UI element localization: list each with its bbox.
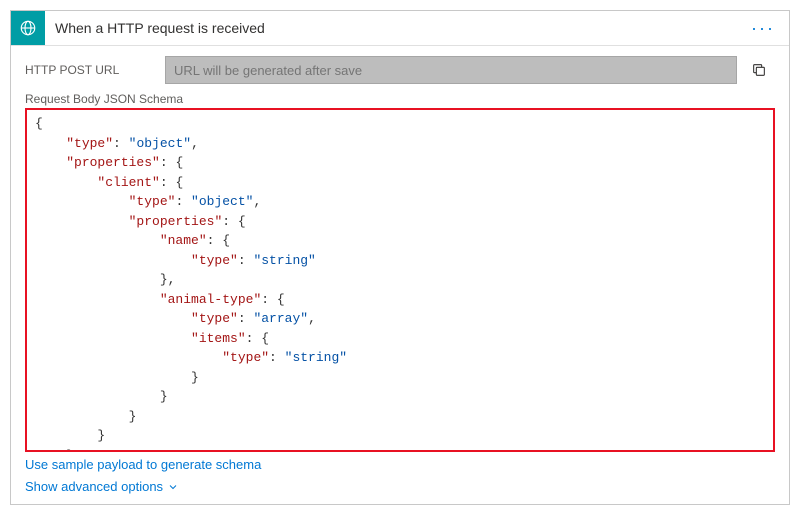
show-advanced-label: Show advanced options [25, 479, 163, 494]
json-schema-editor[interactable]: { "type": "object", "properties": { "cli… [25, 108, 775, 452]
copy-url-button[interactable] [743, 56, 775, 84]
http-trigger-card: When a HTTP request is received ··· HTTP… [10, 10, 790, 505]
sample-payload-link[interactable]: Use sample payload to generate schema [25, 457, 261, 472]
schema-label: Request Body JSON Schema [25, 92, 775, 106]
more-menu-button[interactable]: ··· [737, 18, 789, 39]
card-body: HTTP POST URL Request Body JSON Schema {… [11, 46, 789, 504]
card-title: When a HTTP request is received [45, 20, 737, 36]
copy-icon [751, 62, 767, 78]
card-header: When a HTTP request is received ··· [11, 11, 789, 46]
chevron-down-icon [167, 481, 179, 493]
http-trigger-icon [11, 11, 45, 45]
url-label: HTTP POST URL [25, 63, 165, 77]
http-post-url-input[interactable] [165, 56, 737, 84]
show-advanced-link[interactable]: Show advanced options [25, 479, 179, 494]
url-row: HTTP POST URL [25, 56, 775, 84]
